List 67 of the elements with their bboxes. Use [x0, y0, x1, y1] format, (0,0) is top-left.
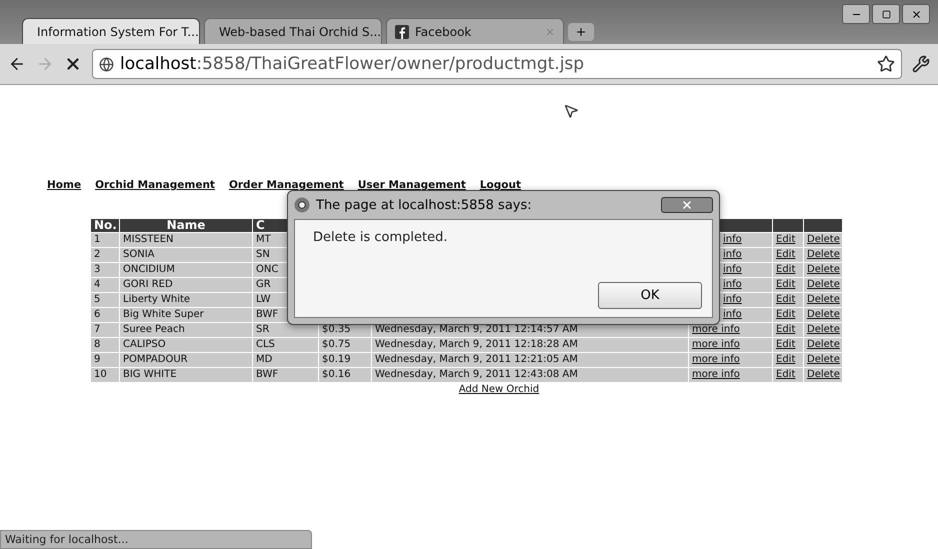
minimize-button[interactable] — [842, 4, 870, 24]
dialog-title: The page at localhost:5858 says: — [316, 198, 533, 212]
table-cell: 10 — [91, 368, 119, 382]
nav-link[interactable]: Order Management — [228, 179, 344, 191]
table-cell: Wednesday, March 9, 2011 12:18:28 AM — [372, 338, 688, 352]
logo-icon — [294, 197, 310, 213]
table-cell: Liberty White — [120, 293, 252, 307]
table-cell: 4 — [91, 278, 119, 292]
table-cell: CLS — [253, 338, 318, 352]
table-cell: Wednesday, March 9, 2011 12:43:08 AM — [372, 368, 688, 382]
table-cell: $0.75 — [319, 338, 371, 352]
table-cell: 8 — [91, 338, 119, 352]
table-cell: 7 — [91, 323, 119, 337]
table-cell: CALIPSO — [120, 338, 252, 352]
table-cell: Wednesday, March 9, 2011 12:21:05 AM — [372, 353, 688, 367]
table-cell: ONCIDIUM — [120, 263, 252, 277]
table-cell: 3 — [91, 263, 119, 277]
table-cell: $0.16 — [319, 368, 371, 382]
maximize-button[interactable] — [872, 4, 900, 24]
table-cell: SR — [253, 323, 318, 337]
maximize-icon — [882, 10, 890, 18]
more-info-link[interactable]: info — [723, 234, 742, 245]
column-header: Name — [120, 219, 252, 232]
more-info-link[interactable]: info — [723, 309, 742, 320]
globe-icon — [99, 56, 114, 72]
plus-icon — [575, 26, 587, 38]
more-info-link[interactable]: info — [723, 279, 742, 290]
table-cell: POMPADOUR — [120, 353, 252, 367]
facebook-icon — [395, 24, 409, 38]
column-header: No. — [91, 219, 119, 232]
new-tab-button[interactable] — [568, 23, 594, 41]
browser-tab[interactable]: Web-based Thai Orchid S... — [204, 18, 382, 44]
table-cell: Suree Peach — [120, 323, 252, 337]
add-new-orchid-link[interactable]: Add New Orchid — [458, 384, 540, 395]
browser-tab[interactable]: Information System For T... — [22, 18, 200, 44]
close-icon — [681, 199, 693, 211]
nav-link[interactable]: User Management — [358, 179, 466, 191]
wrench-icon[interactable] — [912, 55, 930, 73]
table-cell: 5 — [91, 293, 119, 307]
table-cell: GORI RED — [120, 278, 252, 292]
more-info-link[interactable]: info — [723, 294, 742, 305]
nav-link[interactable]: Orchid Management — [95, 179, 215, 191]
more-info-link[interactable]: info — [723, 249, 742, 260]
table-cell: 2 — [91, 248, 119, 262]
table-cell: 6 — [91, 308, 119, 322]
nav-link[interactable]: Home — [47, 179, 82, 191]
close-button[interactable] — [661, 197, 713, 213]
status-bar: Waiting for localhost... — [0, 530, 312, 549]
browser-tab[interactable]: Facebook — [386, 18, 564, 44]
close-icon — [910, 8, 922, 20]
address-bar[interactable]: localhost:5858/ThaiGreatFlower/owner/productmgt.jsp — [92, 49, 902, 79]
table-cell: 9 — [91, 353, 119, 367]
table-cell: BWF — [253, 368, 318, 382]
back-icon[interactable] — [8, 55, 26, 73]
ok-button[interactable]: OK — [598, 282, 702, 309]
table-cell: MISSTEEN — [120, 233, 252, 247]
cursor-icon — [563, 103, 579, 119]
nav-link[interactable]: Logout — [480, 179, 521, 191]
table-cell: BIG WHITE — [120, 368, 252, 382]
star-icon[interactable] — [877, 55, 895, 73]
table-cell: SONIA — [120, 248, 252, 262]
table-cell: $0.19 — [319, 353, 371, 367]
table-cell: Big White Super — [120, 308, 252, 322]
close-button[interactable] — [902, 4, 930, 24]
more-info-link[interactable]: info — [723, 264, 742, 275]
table-cell: 1 — [91, 233, 119, 247]
table-cell: MD — [253, 353, 318, 367]
